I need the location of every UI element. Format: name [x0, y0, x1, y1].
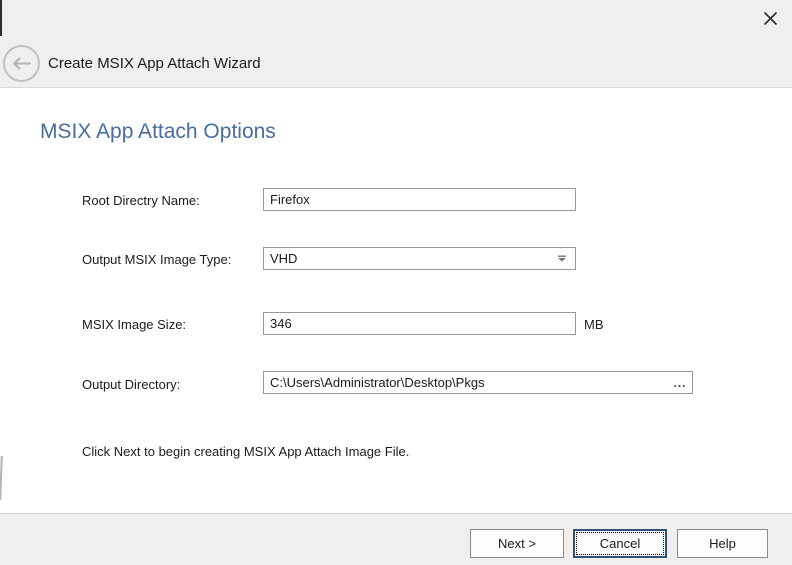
next-instruction-text: Click Next to begin creating MSIX App At…	[82, 444, 409, 459]
output-directory-label: Output Directory:	[82, 377, 180, 392]
screen-edge-artifact	[0, 0, 2, 36]
screen-edge-artifact	[0, 456, 3, 500]
close-button[interactable]	[760, 8, 780, 28]
image-size-unit: MB	[584, 317, 604, 332]
wizard-title: Create MSIX App Attach Wizard	[48, 55, 261, 72]
back-arrow-icon	[11, 57, 32, 70]
output-directory-field: ...	[263, 371, 693, 394]
close-icon	[762, 10, 779, 27]
image-type-select[interactable]: VHD	[263, 247, 576, 270]
image-size-label: MSIX Image Size:	[82, 317, 186, 332]
next-button[interactable]: Next >	[470, 529, 564, 558]
page-title: MSIX App Attach Options	[40, 120, 276, 144]
browse-ellipsis-button[interactable]: ...	[668, 372, 692, 393]
cancel-button[interactable]: Cancel	[573, 529, 667, 558]
output-directory-input[interactable]	[264, 372, 668, 393]
root-directory-input[interactable]	[263, 188, 576, 211]
back-button[interactable]	[3, 45, 40, 82]
wizard-header: Create MSIX App Attach Wizard	[0, 0, 792, 88]
chevron-down-icon	[557, 255, 567, 262]
help-button[interactable]: Help	[677, 529, 768, 558]
wizard-footer: Next > Cancel Help	[0, 513, 792, 565]
root-directory-label: Root Directry Name:	[82, 193, 200, 208]
msix-app-attach-wizard-window: Create MSIX App Attach Wizard MSIX App A…	[0, 0, 792, 565]
image-type-label: Output MSIX Image Type:	[82, 252, 231, 267]
image-size-input[interactable]	[263, 312, 576, 335]
image-type-value: VHD	[270, 251, 297, 266]
